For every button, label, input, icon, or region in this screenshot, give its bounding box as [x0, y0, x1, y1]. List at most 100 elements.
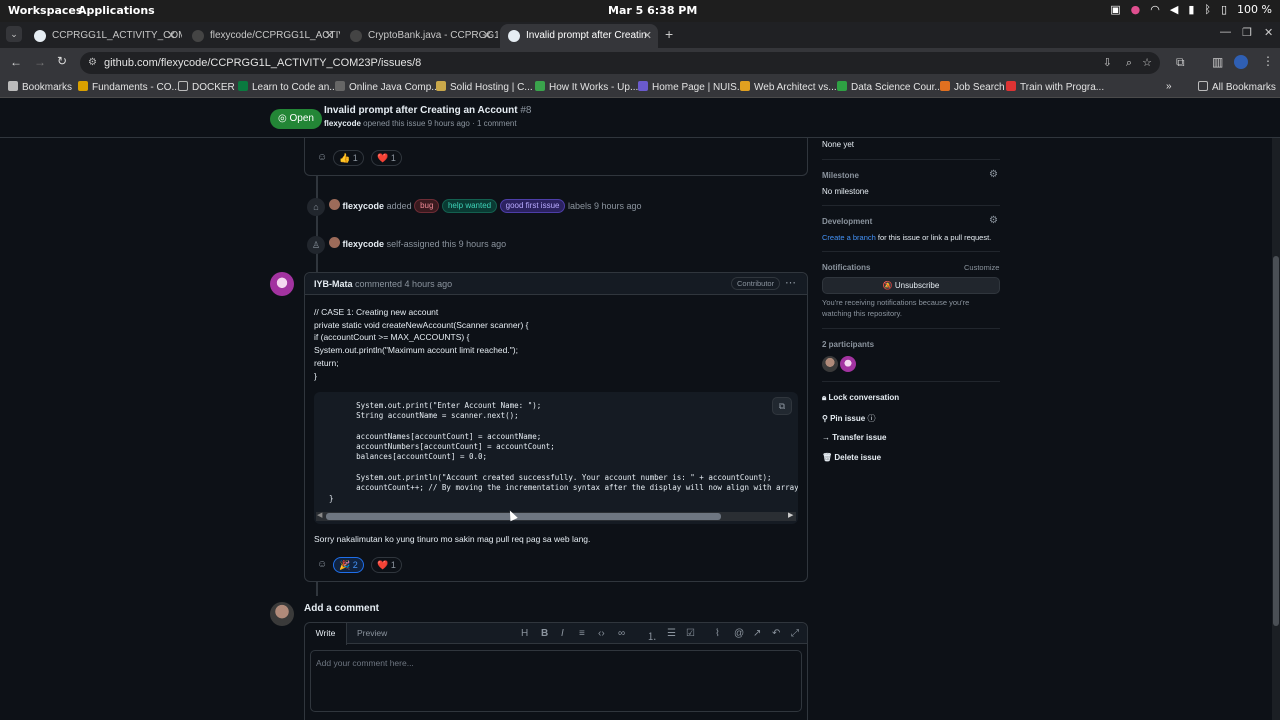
browser-tab-2[interactable]: flexycode/CCPRGG1L_ACTIVI ✕: [184, 24, 340, 48]
bookmark-star-icon[interactable]: ☆: [1142, 52, 1152, 74]
comment-timestamp[interactable]: commented 4 hours ago: [355, 279, 452, 289]
profile-avatar[interactable]: [1234, 55, 1248, 69]
all-bookmarks-folder[interactable]: All Bookmarks: [1198, 81, 1276, 93]
bookmark-item[interactable]: Bookmarks: [8, 81, 72, 93]
current-user-avatar[interactable]: [270, 602, 294, 626]
bookmark-item[interactable]: Train with Progra...: [1006, 81, 1104, 93]
app-indicator-icon[interactable]: ●: [1131, 3, 1141, 16]
mention-icon[interactable]: @: [734, 628, 744, 639]
comment-author-link[interactable]: IYB-Mata: [314, 279, 353, 289]
browser-tab-3[interactable]: CryptoBank.java - CCPRGG1L ✕: [342, 24, 498, 48]
transfer-issue-button[interactable]: → Transfer issue: [822, 433, 886, 442]
milestone-gear-icon[interactable]: ⚙: [989, 169, 998, 180]
bluetooth-icon[interactable]: ᛒ: [1204, 3, 1211, 16]
delete-issue-button[interactable]: 🗑︎ Delete issue: [822, 453, 881, 462]
tab-list-dropdown[interactable]: ⌄: [6, 26, 22, 42]
minimize-window-button[interactable]: —: [1220, 26, 1231, 38]
back-icon[interactable]: ←: [10, 55, 22, 69]
pin-issue-button[interactable]: ⚲ Pin issue ⓘ: [822, 413, 875, 424]
participant-avatar[interactable]: [840, 356, 856, 372]
scroll-left-arrow[interactable]: ◀: [317, 511, 322, 519]
comment-options-icon[interactable]: ⋯: [785, 276, 796, 289]
commenter-avatar[interactable]: [270, 272, 294, 296]
system-tray[interactable]: ▣ ● ◠ ◀ ▮ ᛒ ▯ 100 %: [1110, 3, 1272, 16]
italic-icon[interactable]: I: [561, 628, 564, 639]
horizontal-scrollbar[interactable]: ◀ ▶: [316, 512, 796, 521]
development-gear-icon[interactable]: ⚙: [989, 215, 998, 226]
site-info-icon[interactable]: ⚙: [88, 52, 97, 74]
page-scrollbar-thumb[interactable]: [1273, 256, 1279, 626]
bookmark-item[interactable]: Home Page | NUIS...: [638, 81, 745, 93]
bookmark-item[interactable]: Fundaments - CO...: [78, 81, 180, 93]
reaction-tada[interactable]: 🎉 2: [333, 557, 364, 573]
install-app-icon[interactable]: ⇩: [1103, 52, 1112, 74]
close-tab-icon[interactable]: ✕: [643, 24, 652, 48]
maximize-window-button[interactable]: ❐: [1242, 26, 1252, 39]
more-bookmarks-icon[interactable]: »: [1166, 81, 1172, 92]
bookmark-item[interactable]: Web Architect vs...: [740, 81, 837, 93]
event-actor-link[interactable]: flexycode: [343, 239, 385, 249]
label-bug[interactable]: bug: [414, 199, 440, 213]
reload-icon[interactable]: ↻: [57, 54, 67, 68]
bookmark-item[interactable]: Solid Hosting | C...: [436, 81, 533, 93]
wifi-icon[interactable]: ◠: [1150, 3, 1160, 16]
scroll-right-arrow[interactable]: ▶: [788, 511, 793, 519]
add-reaction-icon[interactable]: ☺: [317, 152, 327, 163]
bookmark-item[interactable]: Learn to Code an...: [238, 81, 338, 93]
code-icon[interactable]: ‹›: [598, 628, 605, 639]
side-panel-icon[interactable]: ▥: [1212, 55, 1223, 69]
link-icon[interactable]: ∞: [618, 628, 625, 639]
forward-icon[interactable]: →: [34, 55, 46, 69]
reaction-heart[interactable]: ❤️ 1: [371, 150, 402, 166]
close-tab-icon[interactable]: ✕: [325, 24, 334, 48]
avatar[interactable]: [329, 237, 340, 248]
undo-icon[interactable]: ↶: [772, 628, 780, 639]
zoom-icon[interactable]: ⌕: [1126, 52, 1132, 74]
avatar[interactable]: [329, 199, 340, 210]
volume-icon[interactable]: ◀: [1170, 3, 1178, 16]
label-help-wanted[interactable]: help wanted: [441, 199, 498, 213]
screen-icon[interactable]: ▣: [1110, 3, 1120, 16]
copy-code-button[interactable]: ⧉: [772, 397, 792, 415]
browser-tab-1[interactable]: CCPRGG1L_ACTIVITY_COM23P✕: [26, 24, 182, 48]
extensions-icon[interactable]: ⧉: [1176, 55, 1185, 70]
tab-write[interactable]: Write: [305, 623, 347, 645]
event-actor-link[interactable]: flexycode: [343, 201, 385, 211]
bookmark-folder[interactable]: DOCKER: [178, 81, 235, 93]
tab-preview[interactable]: Preview: [357, 628, 387, 638]
add-reaction-icon[interactable]: ☺: [317, 559, 327, 570]
bulleted-list-icon[interactable]: ☰: [667, 628, 676, 639]
reaction-thumbsup[interactable]: 👍 1: [333, 150, 364, 166]
page-scrollbar[interactable]: [1272, 98, 1280, 720]
close-tab-icon[interactable]: ✕: [167, 24, 176, 48]
attach-icon[interactable]: ⌇: [715, 628, 720, 639]
customize-link[interactable]: Customize: [964, 263, 999, 272]
task-list-icon[interactable]: ☑: [686, 628, 695, 639]
bookmark-item[interactable]: Data Science Cour...: [837, 81, 943, 93]
bold-icon[interactable]: B: [541, 628, 548, 639]
new-tab-button[interactable]: +: [665, 26, 673, 42]
address-bar[interactable]: ⚙ github.com/flexycode/CCPRGG1L_ACTIVITY…: [80, 52, 1160, 74]
create-branch-link[interactable]: Create a branch: [822, 233, 876, 242]
info-icon[interactable]: ⓘ: [867, 414, 875, 423]
bookmark-item[interactable]: How It Works - Up...: [535, 81, 638, 93]
applications-menu[interactable]: Applications: [78, 4, 155, 17]
comment-textarea[interactable]: Add your comment here...: [310, 650, 802, 712]
unsubscribe-button[interactable]: 🔕 Unsubscribe: [822, 277, 1000, 294]
fullscreen-icon[interactable]: ⤢: [791, 628, 799, 639]
close-tab-icon[interactable]: ✕: [483, 24, 492, 48]
clock[interactable]: Mar 5 6:38 PM: [608, 4, 697, 17]
workspaces-button[interactable]: Workspaces: [8, 4, 82, 17]
browser-tab-4-active[interactable]: Invalid prompt after Creatin ✕: [500, 24, 658, 48]
reaction-heart[interactable]: ❤️ 1: [371, 557, 402, 573]
browser-menu-icon[interactable]: ⋮: [1262, 54, 1274, 68]
microphone-icon[interactable]: ▮: [1188, 3, 1194, 16]
battery-icon[interactable]: ▯: [1221, 3, 1227, 16]
scrollbar-thumb[interactable]: [326, 513, 721, 520]
participant-avatar[interactable]: [822, 356, 838, 372]
label-good-first-issue[interactable]: good first issue: [499, 199, 566, 213]
bookmark-item[interactable]: Job Search: [940, 81, 1005, 93]
lock-conversation-button[interactable]: 🔒︎ Lock conversation: [822, 393, 899, 403]
issue-author-link[interactable]: flexycode: [324, 119, 361, 128]
heading-icon[interactable]: H: [521, 628, 528, 639]
